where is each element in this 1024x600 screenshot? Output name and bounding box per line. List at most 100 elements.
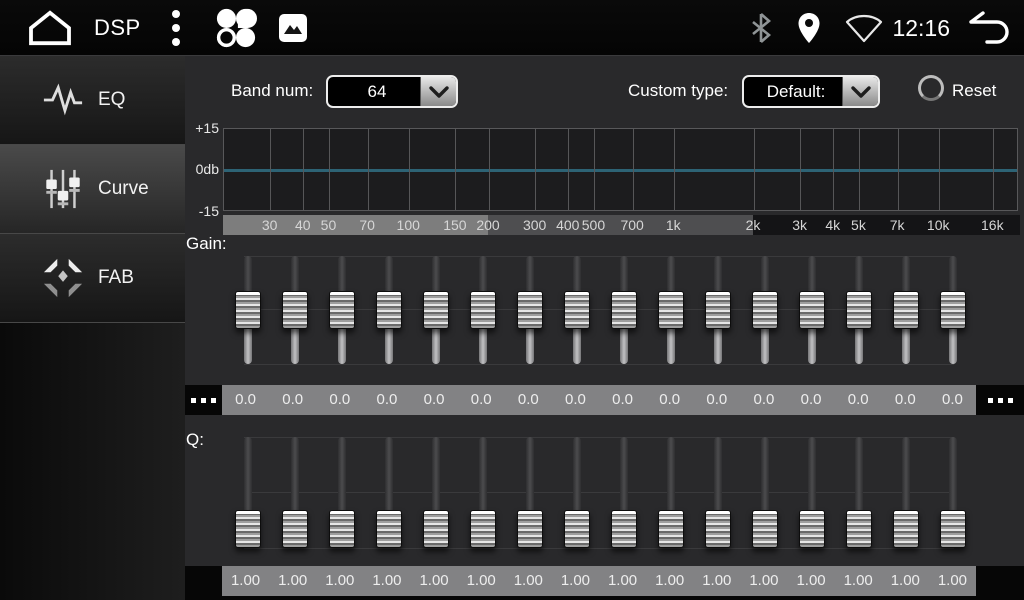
location-icon[interactable] — [796, 11, 822, 45]
custom-type-value: Default: — [744, 77, 842, 106]
q-slider-thumb[interactable] — [799, 510, 825, 548]
bluetooth-icon[interactable] — [748, 11, 774, 45]
gain-slider-thumb[interactable] — [846, 291, 872, 329]
gain-slider-thumb[interactable] — [893, 291, 919, 329]
gain-slider-thumb[interactable] — [470, 291, 496, 329]
home-icon[interactable] — [24, 6, 76, 50]
gain-scroll-right-button[interactable] — [976, 385, 1024, 415]
q-slider-thumb[interactable] — [893, 510, 919, 548]
q-slider[interactable] — [224, 433, 271, 552]
q-scroll-left-button[interactable] — [185, 566, 222, 596]
freq-tick-label: 16k — [970, 215, 1014, 235]
gallery-icon[interactable] — [273, 8, 313, 48]
gain-slider-thumb[interactable] — [235, 291, 261, 329]
gain-slider-thumb[interactable] — [940, 291, 966, 329]
q-slider-thumb[interactable] — [846, 510, 872, 548]
gain-slider-thumb[interactable] — [517, 291, 543, 329]
q-slider-thumb[interactable] — [282, 510, 308, 548]
q-slider[interactable] — [553, 433, 600, 552]
gain-slider[interactable] — [271, 252, 318, 368]
q-slider[interactable] — [365, 433, 412, 552]
q-slider-thumb[interactable] — [611, 510, 637, 548]
q-slider[interactable] — [694, 433, 741, 552]
gridline — [535, 129, 536, 210]
gain-slider-thumb[interactable] — [799, 291, 825, 329]
gain-slider-thumb[interactable] — [376, 291, 402, 329]
q-scroll-right-button[interactable] — [976, 566, 1024, 596]
gain-slider[interactable] — [788, 252, 835, 368]
gain-slider[interactable] — [553, 252, 600, 368]
gain-slider-thumb[interactable] — [329, 291, 355, 329]
q-slider-thumb[interactable] — [658, 510, 684, 548]
overflow-menu-icon[interactable] — [163, 8, 189, 48]
gain-slider-thumb[interactable] — [705, 291, 731, 329]
band-num-dropdown[interactable]: 64 — [326, 75, 458, 108]
gain-slider[interactable] — [835, 252, 882, 368]
curve-panel: Band num: 64 Custom type: Default: Reset… — [185, 56, 1024, 600]
gain-slider-thumb[interactable] — [611, 291, 637, 329]
sidebar-item-fab[interactable]: FAB — [0, 234, 185, 323]
gain-slider-thumb[interactable] — [282, 291, 308, 329]
q-slider-thumb[interactable] — [329, 510, 355, 548]
q-slider-thumb[interactable] — [423, 510, 449, 548]
back-icon[interactable] — [966, 8, 1012, 48]
q-value: 1.00 — [269, 566, 316, 596]
sidebar-item-curve[interactable]: Curve — [0, 145, 185, 234]
apps-clover-icon[interactable] — [213, 6, 259, 50]
q-slider[interactable] — [741, 433, 788, 552]
q-slider-thumb[interactable] — [470, 510, 496, 548]
q-value: 1.00 — [599, 566, 646, 596]
gain-slider-thumb[interactable] — [423, 291, 449, 329]
q-slider-thumb[interactable] — [940, 510, 966, 548]
gain-value: 0.0 — [599, 385, 646, 415]
q-slider-thumb[interactable] — [376, 510, 402, 548]
q-slider[interactable] — [412, 433, 459, 552]
q-slider[interactable] — [506, 433, 553, 552]
custom-type-dropdown[interactable]: Default: — [742, 75, 880, 108]
q-slider[interactable] — [600, 433, 647, 552]
freq-tick-label: 5k — [836, 215, 880, 235]
q-slider[interactable] — [788, 433, 835, 552]
q-slider[interactable] — [882, 433, 929, 552]
chevron-down-icon[interactable] — [842, 77, 878, 106]
q-slider-thumb[interactable] — [235, 510, 261, 548]
gain-value: 0.0 — [552, 385, 599, 415]
gain-slider[interactable] — [365, 252, 412, 368]
q-slider[interactable] — [647, 433, 694, 552]
q-value: 1.00 — [552, 566, 599, 596]
reset-radio-button[interactable] — [918, 75, 944, 101]
q-slider[interactable] — [835, 433, 882, 552]
q-slider[interactable] — [271, 433, 318, 552]
gain-slider-thumb[interactable] — [564, 291, 590, 329]
gain-slider[interactable] — [318, 252, 365, 368]
gain-slider-thumb[interactable] — [752, 291, 778, 329]
gain-slider[interactable] — [459, 252, 506, 368]
q-slider-thumb[interactable] — [564, 510, 590, 548]
freq-tick-label: 700 — [610, 215, 654, 235]
gain-slider[interactable] — [741, 252, 788, 368]
q-slider-thumb[interactable] — [752, 510, 778, 548]
gain-slider[interactable] — [647, 252, 694, 368]
chevron-down-icon[interactable] — [420, 77, 456, 106]
gain-slider[interactable] — [882, 252, 929, 368]
q-slider[interactable] — [459, 433, 506, 552]
gridline — [568, 129, 569, 210]
q-slider-thumb[interactable] — [517, 510, 543, 548]
q-value: 1.00 — [835, 566, 882, 596]
gain-scroll-left-button[interactable] — [185, 385, 222, 415]
gain-slider[interactable] — [224, 252, 271, 368]
gain-slider-thumb[interactable] — [658, 291, 684, 329]
q-slider[interactable] — [929, 433, 976, 552]
gain-slider[interactable] — [412, 252, 459, 368]
q-slider-thumb[interactable] — [705, 510, 731, 548]
wifi-icon[interactable] — [844, 11, 884, 45]
gain-slider[interactable] — [694, 252, 741, 368]
gain-slider[interactable] — [600, 252, 647, 368]
y-axis-label-zero: 0db — [185, 161, 219, 177]
gain-slider[interactable] — [929, 252, 976, 368]
q-slider[interactable] — [318, 433, 365, 552]
gain-slider[interactable] — [506, 252, 553, 368]
gridline — [939, 129, 940, 210]
sidebar-item-eq[interactable]: EQ — [0, 56, 185, 145]
y-axis-label-min: -15 — [185, 203, 219, 219]
